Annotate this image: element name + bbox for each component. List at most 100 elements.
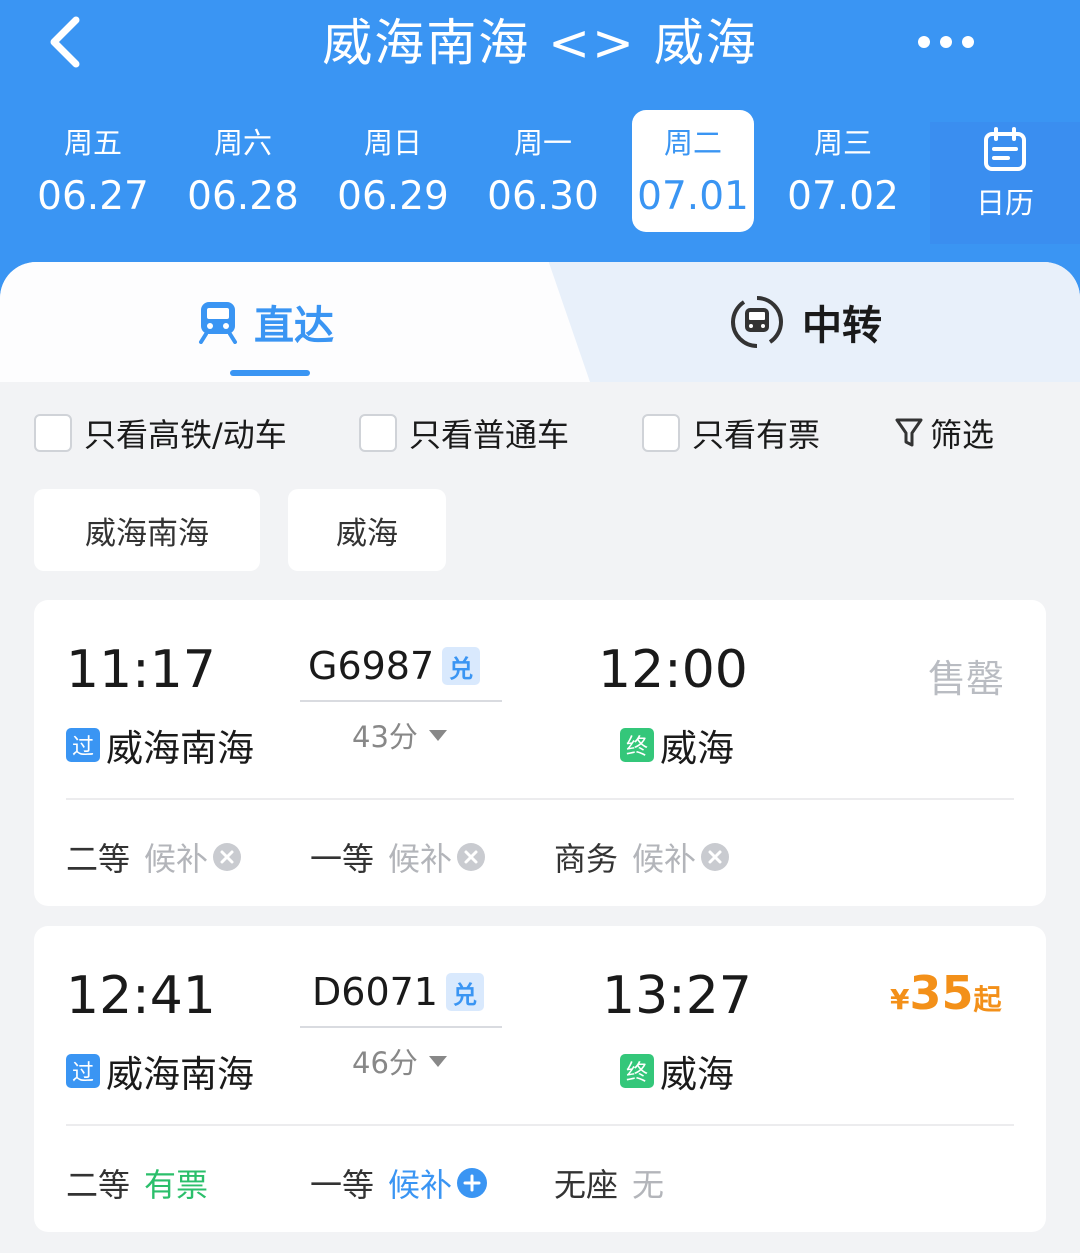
date-value: 06.30: [487, 174, 599, 219]
train-number[interactable]: D6071 兑: [312, 970, 484, 1014]
price-currency: ¥: [890, 983, 910, 1016]
pass-tag: 过: [66, 1054, 100, 1088]
more-dots-icon: [918, 36, 974, 48]
close-circle-icon: [457, 843, 486, 871]
seat-status-label: 候补: [388, 1166, 453, 1204]
terminal-tag: 终: [620, 728, 654, 762]
duration-label: 46分: [352, 1046, 418, 1080]
date-item-0629[interactable]: 周日 06.29: [332, 110, 454, 232]
available-checkbox[interactable]: [642, 414, 680, 452]
redeem-badge: 兑: [442, 647, 481, 685]
duration-line: [300, 1026, 502, 1028]
seat-status-label: 有票: [144, 1166, 209, 1204]
card-divider: [66, 1124, 1014, 1126]
seat-first-class[interactable]: 一等 候补: [310, 834, 486, 880]
station-chip-weihainanhai[interactable]: 威海南海: [34, 489, 260, 571]
date-item-0630[interactable]: 周一 06.30: [482, 110, 604, 232]
duration-label: 43分: [352, 720, 418, 754]
results-panel: 直达 中转 只看高铁/动车 只看普通车 只看有票 筛选 威海南海 威海 11:1…: [0, 262, 1080, 1253]
date-weekday: 周二: [663, 126, 722, 160]
arrive-time: 13:27: [602, 966, 752, 1026]
date-value: 06.28: [187, 174, 299, 219]
arrive-station-name: 威海: [660, 727, 734, 770]
filter-available-label: 只看有票: [692, 416, 821, 454]
calendar-label: 日历: [975, 186, 1034, 220]
calendar-button[interactable]: 日历: [930, 122, 1080, 244]
close-circle-icon: [701, 843, 730, 871]
price-value: 35: [909, 966, 974, 1020]
seat-no-seat[interactable]: 无座 无: [554, 1160, 664, 1206]
train-card[interactable]: 12:41 过 威海南海 D6071 兑 46分 13:27 终 威海 ¥ 35…: [34, 926, 1046, 1232]
date-value: 07.01: [637, 174, 749, 219]
filter-high-speed[interactable]: 只看高铁/动车: [34, 410, 287, 456]
seat-second-class[interactable]: 二等 候补: [66, 834, 242, 880]
seat-status-label: 候补: [632, 840, 697, 878]
duration-line: [300, 700, 502, 702]
seat-first-class[interactable]: 一等 候补: [310, 1160, 488, 1206]
date-item-0702[interactable]: 周三 07.02: [782, 110, 904, 232]
tab-transfer-label: 中转: [802, 303, 882, 349]
date-item-0701-selected[interactable]: 周二 07.01: [632, 110, 754, 232]
date-weekday: 周三: [813, 126, 872, 160]
depart-time: 11:17: [66, 640, 216, 700]
filter-regular[interactable]: 只看普通车: [359, 410, 569, 456]
caret-down-icon: [428, 1056, 447, 1067]
date-value: 06.27: [37, 174, 149, 219]
date-weekday: 周日: [363, 126, 422, 160]
duration-toggle[interactable]: 46分: [352, 1040, 448, 1082]
card-divider: [66, 798, 1014, 800]
depart-station-name: 威海南海: [106, 1053, 254, 1096]
seat-class-label: 无座: [554, 1166, 619, 1204]
filter-available[interactable]: 只看有票: [642, 410, 820, 456]
depart-station: 过 威海南海: [66, 718, 254, 772]
depart-station-name: 威海南海: [106, 727, 254, 770]
seat-status-label: 无: [632, 1166, 665, 1204]
station-chip-weihai[interactable]: 威海: [288, 489, 446, 571]
plus-circle-icon[interactable]: [456, 1167, 488, 1199]
date-weekday: 周五: [63, 126, 122, 160]
price-suffix: 起: [973, 983, 1002, 1016]
depart-time: 12:41: [66, 966, 216, 1026]
seat-second-class[interactable]: 二等 有票: [66, 1160, 208, 1206]
seat-class-label: 一等: [310, 840, 375, 878]
calendar-icon: [984, 127, 1026, 171]
arrive-station: 终 威海: [620, 1044, 734, 1098]
date-item-0627[interactable]: 周五 06.27: [32, 110, 154, 232]
seat-status-label: 候补: [144, 840, 209, 878]
date-item-0628[interactable]: 周六 06.28: [182, 110, 304, 232]
tab-indicator: [230, 370, 310, 376]
tab-direct-label: 直达: [254, 303, 334, 349]
depart-station: 过 威海南海: [66, 1044, 254, 1098]
date-value: 07.02: [787, 174, 899, 219]
regular-checkbox[interactable]: [359, 414, 397, 452]
filter-regular-label: 只看普通车: [409, 416, 570, 454]
train-number-label: D6071: [312, 970, 438, 1014]
price-label: ¥ 35 起: [890, 966, 1002, 1020]
duration-toggle[interactable]: 43分: [352, 714, 448, 756]
filter-button[interactable]: 筛选: [894, 410, 994, 456]
filter-button-label: 筛选: [930, 416, 995, 454]
more-button[interactable]: [906, 14, 986, 70]
seat-business-class[interactable]: 商务 候补: [554, 834, 730, 880]
date-selector: 周五 06.27 周六 06.28 周日 06.29 周一 06.30 周二 0…: [0, 110, 920, 232]
train-card[interactable]: 11:17 过 威海南海 G6987 兑 43分 12:00 终 威海 售罄 二…: [34, 600, 1046, 906]
train-number-label: G6987: [308, 644, 435, 688]
seat-class-label: 二等: [66, 840, 131, 878]
train-number[interactable]: G6987 兑: [308, 644, 481, 688]
transfer-train-icon: [731, 296, 783, 348]
train-icon: [199, 302, 237, 344]
high-speed-checkbox[interactable]: [34, 414, 72, 452]
tab-transfer[interactable]: 中转: [728, 262, 882, 382]
close-circle-icon: [213, 843, 242, 871]
arrive-station: 终 威海: [620, 718, 734, 772]
terminal-tag: 终: [620, 1054, 654, 1088]
filter-bar: 只看高铁/动车 只看普通车 只看有票 筛选: [0, 392, 1080, 472]
date-weekday: 周一: [513, 126, 572, 160]
sold-out-status: 售罄: [928, 657, 1005, 701]
seat-class-label: 一等: [310, 1166, 375, 1204]
tab-direct[interactable]: 直达: [198, 262, 334, 382]
filter-high-speed-label: 只看高铁/动车: [84, 416, 287, 454]
seat-class-label: 二等: [66, 1166, 131, 1204]
seat-status-label: 候补: [388, 840, 453, 878]
seat-class-label: 商务: [554, 840, 619, 878]
